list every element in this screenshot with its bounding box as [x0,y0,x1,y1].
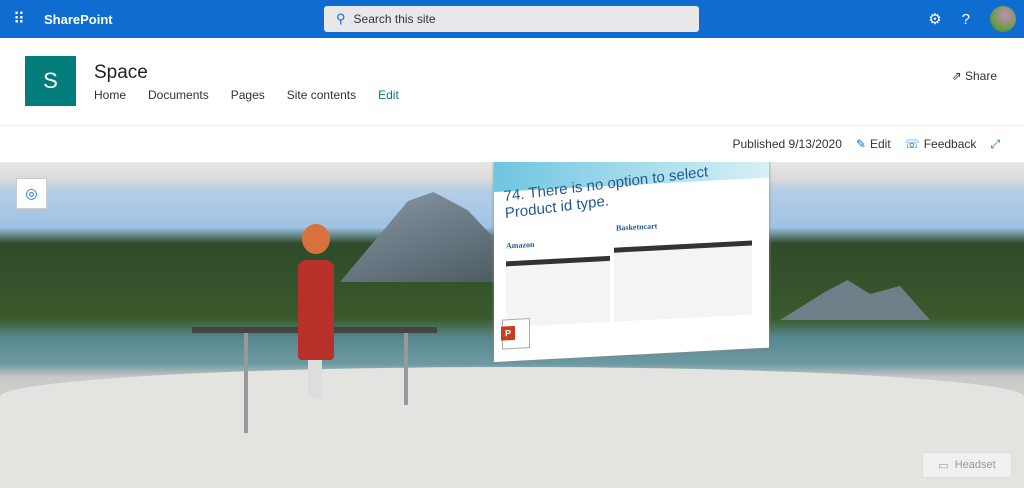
presentation-slide[interactable]: 74. There is no option to select Product… [494,162,769,362]
floor [0,367,1024,488]
screenshot-basketncart [614,240,752,322]
search-input[interactable]: ⚲ Search this site [324,6,699,32]
feedback-button[interactable]: ☏ Feedback [905,137,977,151]
nav-home[interactable]: Home [94,88,126,102]
site-title[interactable]: Space [94,62,148,84]
screenshot-amazon [506,255,610,328]
recenter-icon: ◎ [25,185,38,201]
search-placeholder: Search this site [353,12,436,26]
app-launcher-icon[interactable]: ⠿ [0,9,38,29]
powerpoint-icon: P [501,318,530,350]
table-leg [244,333,248,433]
headset-icon: ▭ [938,459,949,472]
nav-site-contents[interactable]: Site contents [287,88,356,102]
edit-label: Edit [869,137,891,151]
headset-label: Headset [954,459,996,471]
expand-icon[interactable]: ⤢ [990,137,1000,152]
3d-character [296,224,338,404]
suite-bar: ⠿ SharePoint ⚲ Search this site ⚙ ? [0,0,1024,38]
published-status: Published 9/13/2020 [732,137,842,151]
feedback-label: Feedback [923,137,977,151]
share-icon: ⇗ [951,69,965,83]
table-leg [404,333,408,405]
nav-documents[interactable]: Documents [148,88,209,102]
settings-gear-icon[interactable]: ⚙ [928,10,941,28]
site-header: S Space Home Documents Pages Site conten… [0,38,1024,126]
search-icon: ⚲ [336,11,346,26]
3d-space-viewer[interactable]: ◎ 74. There is no option to select Produ… [0,162,1024,488]
pencil-icon: ✎ [855,137,866,151]
site-logo[interactable]: S [25,56,76,106]
nav-edit[interactable]: Edit [378,88,399,102]
mountain [780,280,930,320]
site-nav: Home Documents Pages Site contents Edit [94,88,399,102]
slide-label-amazon: Amazon [506,239,535,251]
edit-button[interactable]: ✎ Edit [856,137,891,151]
share-button[interactable]: ⇗ Share [952,69,997,83]
recenter-button[interactable]: ◎ [16,178,47,209]
avatar[interactable] [990,6,1016,32]
headset-button[interactable]: ▭ Headset [922,452,1012,478]
slide-label-basketncart: Basketncart [616,221,658,233]
help-icon[interactable]: ? [962,11,970,28]
nav-pages[interactable]: Pages [231,88,265,102]
app-name[interactable]: SharePoint [44,12,113,27]
command-bar: Published 9/13/2020 ✎ Edit ☏ Feedback ⤢ [0,126,1024,162]
feedback-icon: ☏ [904,137,920,151]
share-label: Share [964,69,997,83]
mountain [340,192,510,282]
